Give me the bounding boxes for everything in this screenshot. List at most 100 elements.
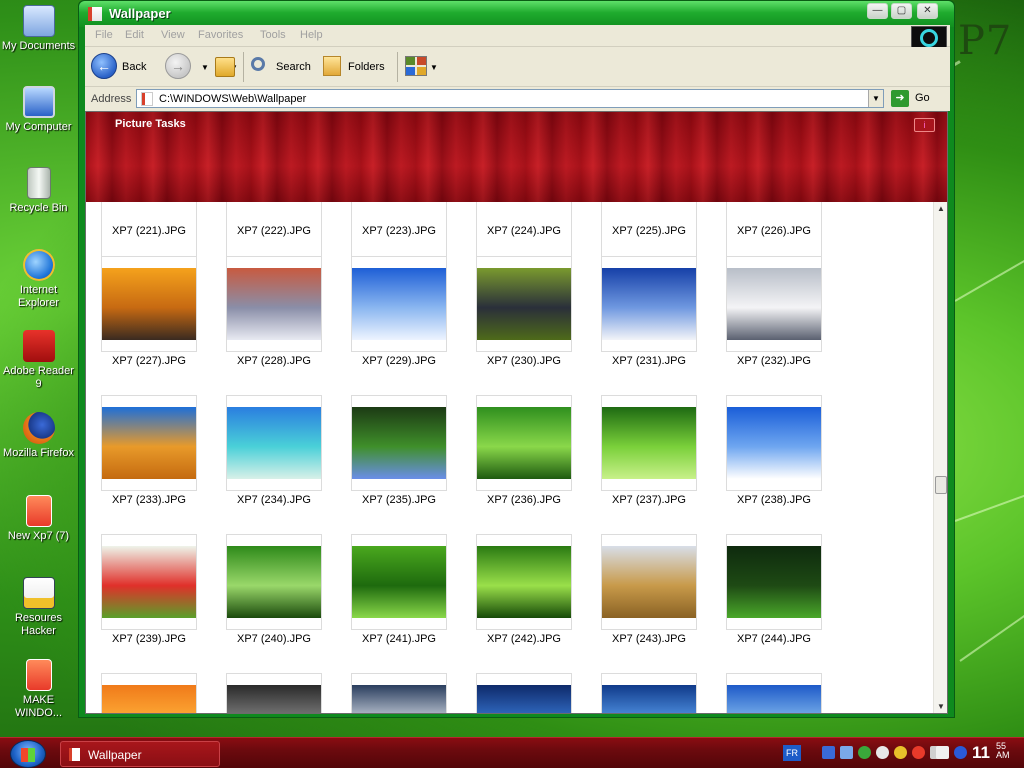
address-label: Address bbox=[91, 93, 132, 105]
start-button[interactable] bbox=[10, 740, 46, 768]
thumbnail-image bbox=[102, 268, 196, 340]
thumbnail-frame bbox=[476, 534, 572, 630]
shield-icon[interactable] bbox=[858, 746, 871, 759]
thumbnail-image bbox=[227, 546, 321, 618]
leaf-vein bbox=[954, 240, 1024, 302]
language-indicator[interactable]: FR bbox=[783, 745, 801, 761]
thumbnail-caption: XP7 (229).JPG bbox=[362, 355, 436, 367]
thumbnail-caption: XP7 (234).JPG bbox=[237, 494, 311, 506]
monitor-icon[interactable] bbox=[840, 746, 853, 759]
address-path: C:\WINDOWS\Web\Wallpaper bbox=[159, 93, 307, 105]
up-folder-icon[interactable] bbox=[215, 57, 235, 77]
leaf-vein bbox=[954, 485, 1024, 522]
thumbnail-frame bbox=[601, 256, 697, 352]
thumbnail-caption: XP7 (233).JPG bbox=[112, 494, 186, 506]
desktop-icon-label: Resoures Hacker bbox=[14, 612, 63, 637]
menu-file[interactable]: File bbox=[95, 29, 113, 41]
thumbnail-frame bbox=[476, 256, 572, 352]
menu-favorites[interactable]: Favorites bbox=[198, 29, 243, 41]
thumbnail-image bbox=[727, 407, 821, 479]
back-button[interactable]: ← Back bbox=[91, 53, 159, 81]
internet-explorer-icon bbox=[22, 249, 55, 281]
thumbnail-frame bbox=[101, 256, 197, 352]
desktop-icon-mozilla-firefox[interactable]: Mozilla Firefox bbox=[0, 412, 77, 460]
warning-icon[interactable] bbox=[912, 746, 925, 759]
thumbnail-image bbox=[227, 407, 321, 479]
scrollbar-thumb[interactable] bbox=[935, 476, 947, 494]
thumbnail-caption: XP7 (237).JPG bbox=[612, 494, 686, 506]
scroll-up-icon[interactable]: ▲ bbox=[934, 202, 947, 216]
title-bar[interactable]: Wallpaper — ▢ ✕ bbox=[79, 1, 954, 27]
desktop-icon-adobe-reader[interactable]: Adobe Reader 9 bbox=[0, 330, 77, 391]
thumbnail-caption: XP7 (238).JPG bbox=[737, 494, 811, 506]
toolbar-separator bbox=[243, 52, 244, 82]
views-icon bbox=[405, 56, 427, 76]
thumbnail-grid: XP7 (221).JPG XP7 (222).JPG XP7 (223).JPG X… bbox=[86, 202, 936, 713]
taskbar-item-wallpaper[interactable]: Wallpaper bbox=[60, 741, 220, 767]
desktop-icon-recycle-bin[interactable]: Recycle Bin bbox=[0, 167, 77, 215]
thumbnail-caption: XP7 (242).JPG bbox=[487, 633, 561, 645]
desktop-icon-internet-explorer[interactable]: Internet Explorer bbox=[0, 249, 77, 310]
desktop-icon-make-windows[interactable]: MAKE WINDO... bbox=[0, 659, 77, 720]
thumbnail-image bbox=[102, 546, 196, 618]
address-input[interactable]: C:\WINDOWS\Web\Wallpaper ▼ bbox=[136, 89, 884, 108]
go-button[interactable]: ➜ Go bbox=[891, 90, 941, 108]
folder-window-icon bbox=[69, 748, 80, 761]
scroll-down-icon[interactable]: ▼ bbox=[934, 700, 947, 713]
bluetooth-icon[interactable] bbox=[954, 746, 967, 759]
thumbnail-image bbox=[602, 407, 696, 479]
picture-tasks-title[interactable]: Picture Tasks bbox=[115, 118, 186, 130]
thumbnail-frame bbox=[601, 673, 697, 713]
thumbnail-caption: XP7 (226).JPG bbox=[737, 225, 811, 237]
desktop-icon-label: My Computer bbox=[5, 121, 72, 133]
folder-path-icon bbox=[142, 93, 152, 105]
maximize-button[interactable]: ▢ bbox=[891, 3, 912, 19]
thumbnail-frame bbox=[601, 395, 697, 491]
close-button[interactable]: ✕ bbox=[917, 3, 938, 19]
search-button[interactable]: Search bbox=[249, 53, 313, 81]
picture-tasks-pane: Picture Tasks i bbox=[86, 112, 947, 202]
desktop-icon-resource-hacker[interactable]: Resoures Hacker bbox=[0, 577, 77, 638]
address-bar: Address C:\WINDOWS\Web\Wallpaper ▼ ➜ Go bbox=[85, 87, 950, 111]
info-icon[interactable]: i bbox=[914, 118, 935, 132]
forward-dropdown-icon[interactable]: ▼ bbox=[201, 63, 209, 72]
desktop-icon-label: Adobe Reader 9 bbox=[3, 365, 74, 390]
desktop-icon-my-computer[interactable]: My Computer bbox=[0, 86, 77, 134]
minimize-button[interactable]: — bbox=[867, 3, 888, 19]
antivirus-icon[interactable] bbox=[894, 746, 907, 759]
folders-button[interactable]: Folders bbox=[319, 53, 389, 81]
menu-help[interactable]: Help bbox=[300, 29, 323, 41]
clock-ampm: AM bbox=[996, 750, 1010, 760]
back-label: Back bbox=[122, 61, 147, 73]
menu-view[interactable]: View bbox=[161, 29, 185, 41]
firefox-icon bbox=[22, 412, 55, 444]
document-icon bbox=[25, 495, 52, 527]
desktop-icon-my-documents[interactable]: My Documents bbox=[0, 5, 77, 53]
recycle-bin-icon bbox=[26, 167, 51, 199]
thumbnail-caption: XP7 (232).JPG bbox=[737, 355, 811, 367]
thumbnail-frame bbox=[226, 534, 322, 630]
views-button[interactable]: ▼ bbox=[403, 53, 438, 81]
forward-button[interactable]: → bbox=[165, 53, 193, 81]
menu-edit[interactable]: Edit bbox=[125, 29, 144, 41]
thumbnail-frame bbox=[226, 256, 322, 352]
clock-hour[interactable]: 11 bbox=[972, 743, 990, 763]
clock-minutes[interactable]: 55 AM bbox=[996, 742, 1010, 760]
address-dropdown-icon[interactable]: ▼ bbox=[868, 90, 883, 107]
computer-icon bbox=[22, 86, 55, 118]
document-icon bbox=[25, 659, 52, 691]
desktop-icon-label: MAKE WINDO... bbox=[14, 694, 63, 719]
thumbnail-image bbox=[352, 407, 446, 479]
thumbnail-caption: XP7 (241).JPG bbox=[362, 633, 436, 645]
menu-tools[interactable]: Tools bbox=[260, 29, 286, 41]
vertical-scrollbar[interactable]: ▲ ▼ bbox=[933, 202, 947, 713]
folder-content: Picture Tasks i XP7 (221).JPG XP7 (222).J… bbox=[85, 111, 948, 714]
tasks-pane-shading bbox=[86, 112, 947, 202]
network-icon[interactable] bbox=[822, 746, 835, 759]
desktop-icon-new-xp7[interactable]: New Xp7 (7) bbox=[0, 495, 77, 543]
desktop-icon-label: Internet Explorer bbox=[18, 284, 59, 309]
thumbnail-frame bbox=[726, 534, 822, 630]
thumbnail-caption: XP7 (223).JPG bbox=[362, 225, 436, 237]
update-icon[interactable] bbox=[876, 746, 889, 759]
speaker-icon[interactable] bbox=[936, 746, 949, 759]
